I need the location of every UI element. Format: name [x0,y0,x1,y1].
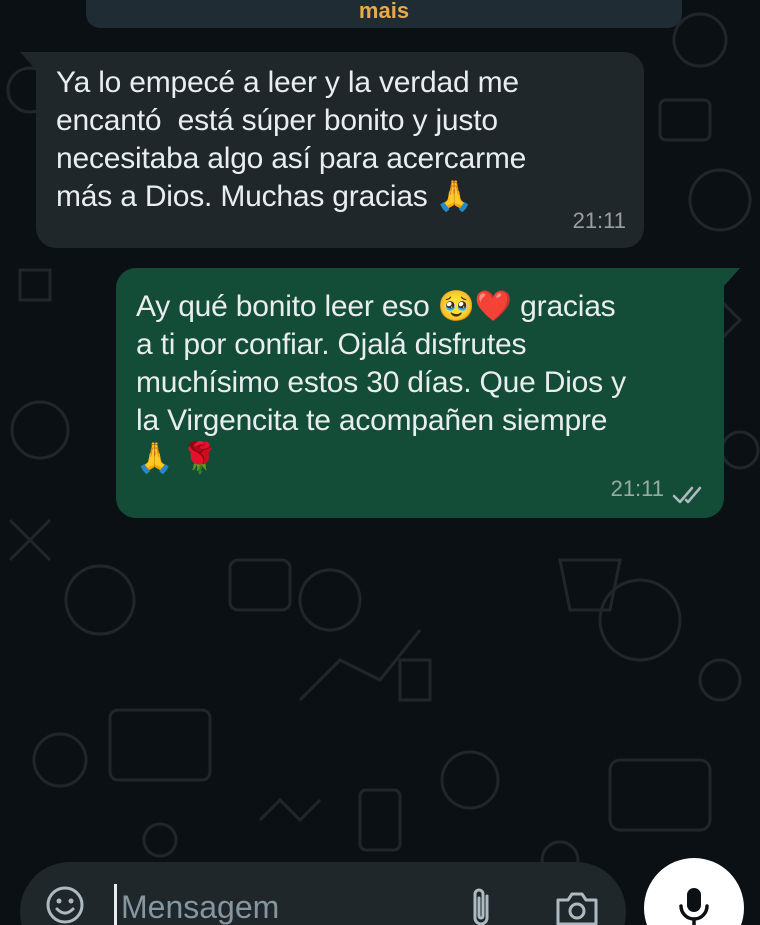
sticker-emoji-icon[interactable] [44,884,86,925]
message-text: Ay qué bonito leer eso 🥹❤️ gracias a ti … [136,290,626,475]
message-time: 21:11 [572,208,626,233]
paperclip-icon[interactable] [465,886,497,925]
message-text: Ya lo empecé a leer y la verdad me encan… [56,66,527,213]
bubble-tail [20,52,36,70]
previous-message-text: mais [358,0,410,23]
incoming-message-bubble[interactable]: Ya lo empecé a leer y la verdad me encan… [20,52,644,248]
message-composer: Mensagem [20,862,626,925]
previous-message-fragment: mais [86,0,682,28]
chat-screen: mais Ya lo empecé a leer y la verdad me … [0,0,760,925]
microphone-icon [679,888,709,925]
outgoing-message-bubble[interactable]: Ay qué bonito leer eso 🥹❤️ gracias a ti … [116,268,740,518]
message-time: 21:11 [610,476,664,501]
camera-icon[interactable] [554,890,600,925]
bubble-tail [724,268,740,286]
message-input[interactable]: Mensagem [114,884,451,925]
double-check-icon [672,486,702,504]
